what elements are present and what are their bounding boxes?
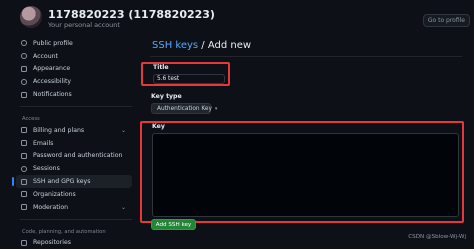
mail-icon xyxy=(21,140,27,147)
report-icon xyxy=(21,204,27,211)
breadcrumb-ssh-keys[interactable]: SSH keys xyxy=(152,40,198,51)
sidebar-item-label: Repositories xyxy=(33,239,71,247)
shield-lock-icon xyxy=(21,152,27,159)
accessibility-icon xyxy=(21,78,27,85)
title-label: Title xyxy=(153,64,169,71)
credit-card-icon xyxy=(21,127,27,134)
page-title: SSH keys / Add new xyxy=(152,40,251,51)
sidebar-item-billing[interactable]: Billing and plans ⌄ xyxy=(16,124,132,137)
title-input[interactable]: 5.6 test xyxy=(153,74,225,84)
sidebar-item-label: Password and authentication xyxy=(33,152,123,160)
gear-icon xyxy=(21,53,27,60)
key-textarea[interactable] xyxy=(152,133,459,217)
person-icon xyxy=(21,40,27,47)
user-name: 1178820223 (1178820223) xyxy=(48,8,215,21)
settings-sidebar: Public profile Account Appearance Access… xyxy=(12,37,132,249)
avatar[interactable] xyxy=(20,6,42,28)
breadcrumb-separator: / xyxy=(201,40,205,51)
sidebar-item-organizations[interactable]: Organizations xyxy=(16,188,132,201)
chevron-down-icon: ▾ xyxy=(214,105,218,112)
sidebar-item-emails[interactable]: Emails xyxy=(16,137,132,150)
sidebar-item-password[interactable]: Password and authentication xyxy=(16,150,132,163)
sidebar-item-repositories[interactable]: Repositories xyxy=(16,237,132,249)
watermark: CSDN @Sblow-Wj-Wj xyxy=(408,234,466,240)
sidebar-divider xyxy=(20,218,132,220)
key-type-value: Authentication Key xyxy=(157,105,212,112)
key-type-select[interactable]: Authentication Key ▾ xyxy=(151,103,217,114)
bell-icon xyxy=(21,91,27,98)
title-divider xyxy=(150,56,462,57)
page-title-text: Add new xyxy=(207,40,252,51)
key-label: Key xyxy=(152,123,165,130)
go-to-profile-button[interactable]: Go to profile xyxy=(422,14,470,27)
organization-icon xyxy=(21,191,27,198)
sidebar-item-appearance[interactable]: Appearance xyxy=(16,63,132,76)
sidebar-item-label: Billing and plans xyxy=(33,126,85,134)
user-subtitle: Your personal account xyxy=(48,21,120,29)
sidebar-item-label: Public profile xyxy=(33,39,73,47)
sidebar-item-moderation[interactable]: Moderation ⌄ xyxy=(16,201,132,214)
sidebar-item-accessibility[interactable]: Accessibility xyxy=(16,75,132,88)
sidebar-item-public-profile[interactable]: Public profile xyxy=(16,37,132,50)
sidebar-item-label: Notifications xyxy=(33,91,72,99)
repo-icon xyxy=(21,239,27,246)
sidebar-section-access: Access xyxy=(22,115,40,122)
sidebar-item-label: Sessions xyxy=(33,165,60,173)
key-type-label: Key type xyxy=(151,93,182,100)
sidebar-divider xyxy=(20,105,132,107)
sidebar-item-label: Accessibility xyxy=(33,78,72,86)
sidebar-item-account[interactable]: Account xyxy=(16,50,132,63)
chevron-down-icon: ⌄ xyxy=(120,203,126,211)
chevron-down-icon: ⌄ xyxy=(120,126,126,134)
sidebar-item-label: Organizations xyxy=(33,190,76,198)
sidebar-item-label: SSH and GPG keys xyxy=(33,178,91,186)
sidebar-item-ssh-gpg-keys[interactable]: SSH and GPG keys xyxy=(12,175,132,188)
sidebar-item-label: Emails xyxy=(33,139,54,147)
paintbrush-icon xyxy=(21,65,27,72)
sidebar-item-notifications[interactable]: Notifications xyxy=(16,88,132,101)
sidebar-item-label: Account xyxy=(33,52,58,60)
sidebar-section-code: Code, planning, and automation xyxy=(22,228,106,235)
sidebar-item-label: Moderation xyxy=(33,203,69,211)
broadcast-icon xyxy=(21,165,27,172)
add-ssh-key-button[interactable]: Add SSH key xyxy=(151,219,196,230)
sidebar-item-label: Appearance xyxy=(33,65,71,73)
sidebar-item-sessions[interactable]: Sessions xyxy=(16,162,132,175)
key-icon xyxy=(21,178,27,185)
